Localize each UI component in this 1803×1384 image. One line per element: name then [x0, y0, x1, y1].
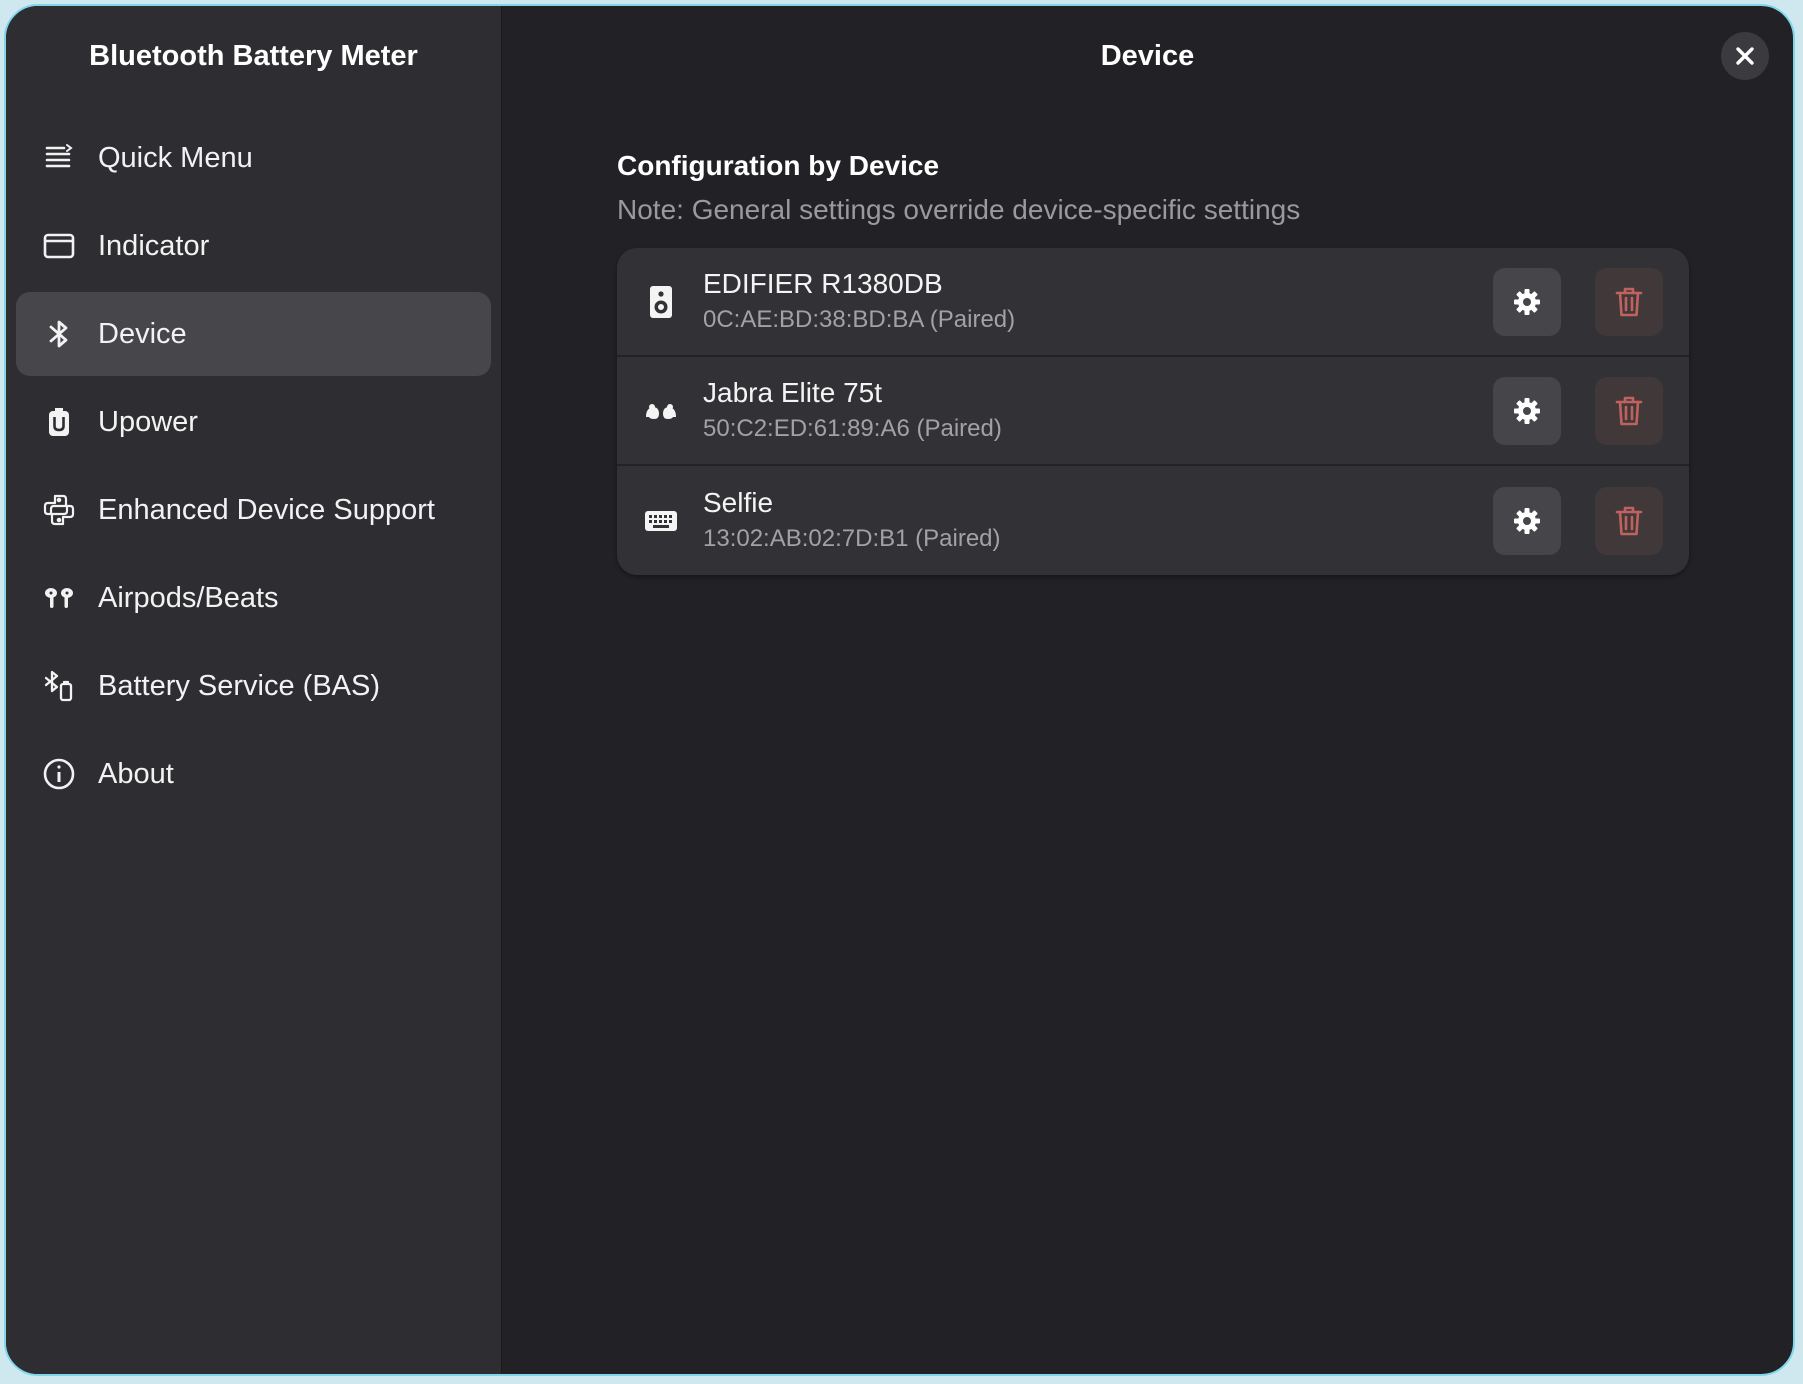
sidebar-item-label: Device — [98, 317, 187, 350]
sidebar-item-quick-menu[interactable]: Quick Menu — [16, 116, 491, 200]
device-row: Selfie 13:02:AB:02:7D:B1 (Paired) — [617, 466, 1689, 575]
sidebar-item-indicator[interactable]: Indicator — [16, 204, 491, 288]
trash-icon — [1615, 396, 1643, 425]
sidebar-item-about[interactable]: About — [16, 732, 491, 816]
device-row: Jabra Elite 75t 50:C2:ED:61:89:A6 (Paire… — [617, 357, 1689, 466]
sidebar-item-label: Upower — [98, 405, 198, 438]
device-info: EDIFIER R1380DB 0C:AE:BD:38:BD:BA (Paire… — [703, 267, 1493, 336]
sidebar-item-label: Airpods/Beats — [98, 581, 279, 614]
device-settings-button[interactable] — [1493, 486, 1561, 555]
device-info: Jabra Elite 75t 50:C2:ED:61:89:A6 (Paire… — [703, 376, 1493, 445]
main-panel: Device Configuration by Device Note: Gen… — [502, 6, 1793, 1374]
device-list: EDIFIER R1380DB 0C:AE:BD:38:BD:BA (Paire… — [617, 248, 1689, 575]
device-info: Selfie 13:02:AB:02:7D:B1 (Paired) — [703, 486, 1493, 555]
list-icon — [42, 141, 76, 175]
device-settings-button[interactable] — [1493, 376, 1561, 445]
sidebar-item-enhanced-device-support[interactable]: Enhanced Device Support — [16, 468, 491, 552]
app-window: Bluetooth Battery Meter Quick Menu Indic… — [4, 4, 1795, 1376]
close-button[interactable] — [1721, 32, 1769, 80]
bluetooth-icon — [42, 317, 76, 351]
python-icon — [42, 493, 76, 527]
keyboard-icon — [641, 501, 681, 541]
sidebar-item-label: Quick Menu — [98, 141, 253, 174]
device-config-section: Configuration by Device Note: General se… — [617, 150, 1689, 575]
device-address: 13:02:AB:02:7D:B1 (Paired) — [703, 525, 1001, 552]
upower-icon — [42, 405, 76, 439]
info-icon — [42, 757, 76, 791]
device-address: 0C:AE:BD:38:BD:BA (Paired) — [703, 306, 1016, 333]
device-delete-button[interactable] — [1595, 267, 1663, 336]
sidebar-item-device[interactable]: Device — [16, 292, 491, 376]
sidebar-item-label: Indicator — [98, 229, 210, 262]
device-delete-button[interactable] — [1595, 376, 1663, 445]
speaker-icon — [641, 282, 681, 322]
sidebar-item-battery-service[interactable]: Battery Service (BAS) — [16, 644, 491, 728]
gear-icon — [1514, 507, 1540, 534]
gear-icon — [1514, 397, 1540, 424]
earbuds-icon — [641, 391, 681, 431]
sidebar: Bluetooth Battery Meter Quick Menu Indic… — [6, 6, 502, 1374]
trash-icon — [1615, 287, 1643, 316]
section-title: Configuration by Device — [617, 150, 940, 181]
device-settings-button[interactable] — [1493, 267, 1561, 336]
sidebar-item-label: Battery Service (BAS) — [98, 669, 381, 702]
sidebar-item-upower[interactable]: Upower — [16, 380, 491, 464]
gear-icon — [1514, 288, 1540, 315]
trash-icon — [1615, 506, 1643, 535]
page-title: Device — [1100, 40, 1195, 72]
sidebar-item-label: Enhanced Device Support — [98, 493, 435, 526]
close-icon — [1736, 47, 1754, 65]
device-delete-button[interactable] — [1595, 486, 1663, 555]
device-address: 50:C2:ED:61:89:A6 (Paired) — [703, 415, 1002, 442]
device-row: EDIFIER R1380DB 0C:AE:BD:38:BD:BA (Paire… — [617, 248, 1689, 357]
device-name: EDIFIER R1380DB — [703, 268, 943, 299]
device-name: Selfie — [703, 487, 774, 518]
sidebar-item-airpods-beats[interactable]: Airpods/Beats — [16, 556, 491, 640]
sidebar-title: Bluetooth Battery Meter — [89, 40, 418, 72]
indicator-icon — [42, 229, 76, 263]
bluetooth-battery-icon — [42, 669, 76, 703]
sidebar-item-label: About — [98, 757, 174, 790]
sidebar-nav: Quick Menu Indicator Device Upower Enhan… — [16, 116, 491, 820]
device-name: Jabra Elite 75t — [703, 377, 882, 408]
airpods-icon — [42, 581, 76, 615]
section-note: Note: General settings override device-s… — [617, 194, 1301, 225]
